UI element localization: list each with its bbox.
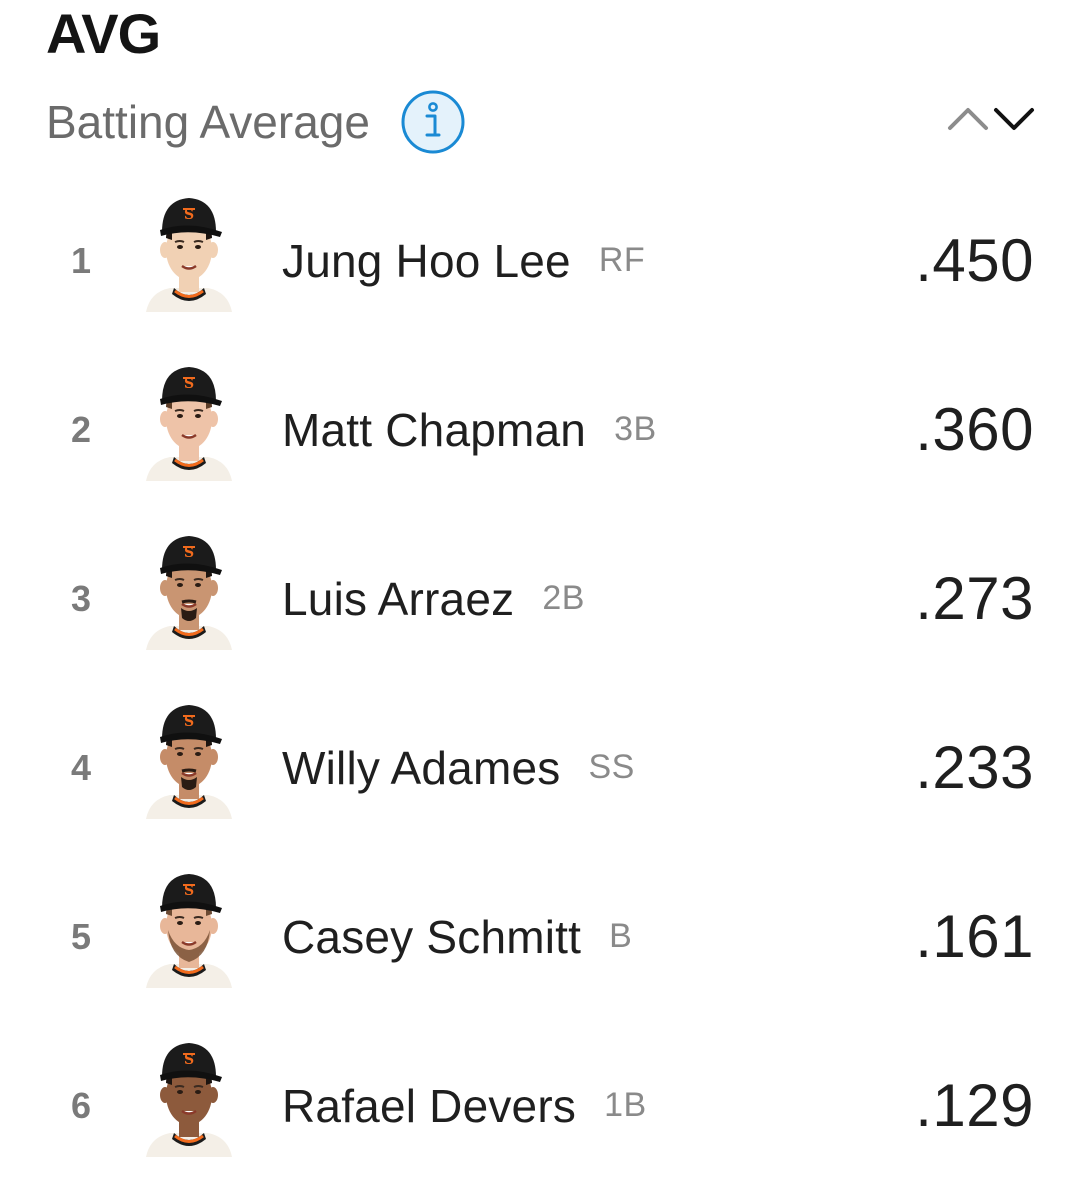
player-name[interactable]: Matt Chapman bbox=[282, 403, 586, 457]
chevron-down-icon[interactable] bbox=[992, 96, 1036, 140]
player-headshot[interactable]: S bbox=[144, 192, 234, 312]
rank-number: 3 bbox=[70, 578, 92, 619]
stat-value: .161 bbox=[915, 903, 1034, 970]
rank-number: 1 bbox=[70, 240, 92, 281]
player-headshot[interactable]: S bbox=[144, 699, 234, 819]
sort-controls bbox=[946, 92, 1036, 144]
player-headshot[interactable]: S bbox=[144, 530, 234, 650]
stat-subtitle: Batting Average bbox=[46, 96, 370, 148]
player-position: 2B bbox=[542, 579, 585, 617]
rank-number: 2 bbox=[70, 409, 92, 450]
player-name[interactable]: Jung Hoo Lee bbox=[282, 234, 571, 288]
player-name[interactable]: Willy Adames bbox=[282, 741, 560, 795]
leaders-list: 1 S Jung Hoo Lee RF .450 2 S Matt Chapman 3B .360… bbox=[0, 176, 1080, 1190]
player-name-group: Willy Adames SS bbox=[282, 683, 635, 852]
player-name-group: Casey Schmitt B bbox=[282, 852, 632, 1021]
stat-value: .273 bbox=[915, 565, 1034, 632]
stat-title: AVG bbox=[46, 2, 161, 65]
player-name-group: Matt Chapman 3B bbox=[282, 345, 657, 514]
rank-number: 4 bbox=[70, 747, 92, 788]
player-headshot[interactable]: S bbox=[144, 361, 234, 481]
player-name[interactable]: Rafael Devers bbox=[282, 1079, 576, 1133]
player-position: 1B bbox=[604, 1086, 647, 1124]
stat-value: .450 bbox=[915, 227, 1034, 294]
rank-number: 6 bbox=[70, 1085, 92, 1126]
leader-row[interactable]: 1 S Jung Hoo Lee RF .450 bbox=[0, 176, 1080, 345]
player-position: SS bbox=[588, 748, 635, 786]
leader-row[interactable]: 5 S Casey Schmitt B .161 bbox=[0, 852, 1080, 1021]
player-position: RF bbox=[598, 241, 646, 279]
chevron-up-icon[interactable] bbox=[946, 96, 990, 140]
player-position: 3B bbox=[614, 410, 657, 448]
leader-row[interactable]: 4 S Willy Adames SS .233 bbox=[0, 683, 1080, 852]
info-icon[interactable] bbox=[400, 89, 466, 155]
player-name[interactable]: Casey Schmitt bbox=[282, 910, 581, 964]
rank-number: 5 bbox=[70, 916, 92, 957]
player-headshot[interactable]: S bbox=[144, 868, 234, 988]
player-headshot[interactable]: S bbox=[144, 1037, 234, 1157]
player-position: B bbox=[609, 917, 633, 955]
leader-row[interactable]: 2 S Matt Chapman 3B .360 bbox=[0, 345, 1080, 514]
player-name-group: Rafael Devers 1B bbox=[282, 1021, 647, 1190]
player-name-group: Luis Arraez 2B bbox=[282, 514, 585, 683]
player-name-group: Jung Hoo Lee RF bbox=[282, 176, 645, 345]
player-name[interactable]: Luis Arraez bbox=[282, 572, 514, 626]
leader-row[interactable]: 3 S Luis Arraez 2B .273 bbox=[0, 514, 1080, 683]
stat-subtitle-row: Batting Average bbox=[46, 84, 466, 160]
stat-value: .360 bbox=[915, 396, 1034, 463]
stat-value: .129 bbox=[915, 1072, 1034, 1139]
stat-value: .233 bbox=[915, 734, 1034, 801]
leader-row[interactable]: 6 S Rafael Devers 1B .129 bbox=[0, 1021, 1080, 1190]
